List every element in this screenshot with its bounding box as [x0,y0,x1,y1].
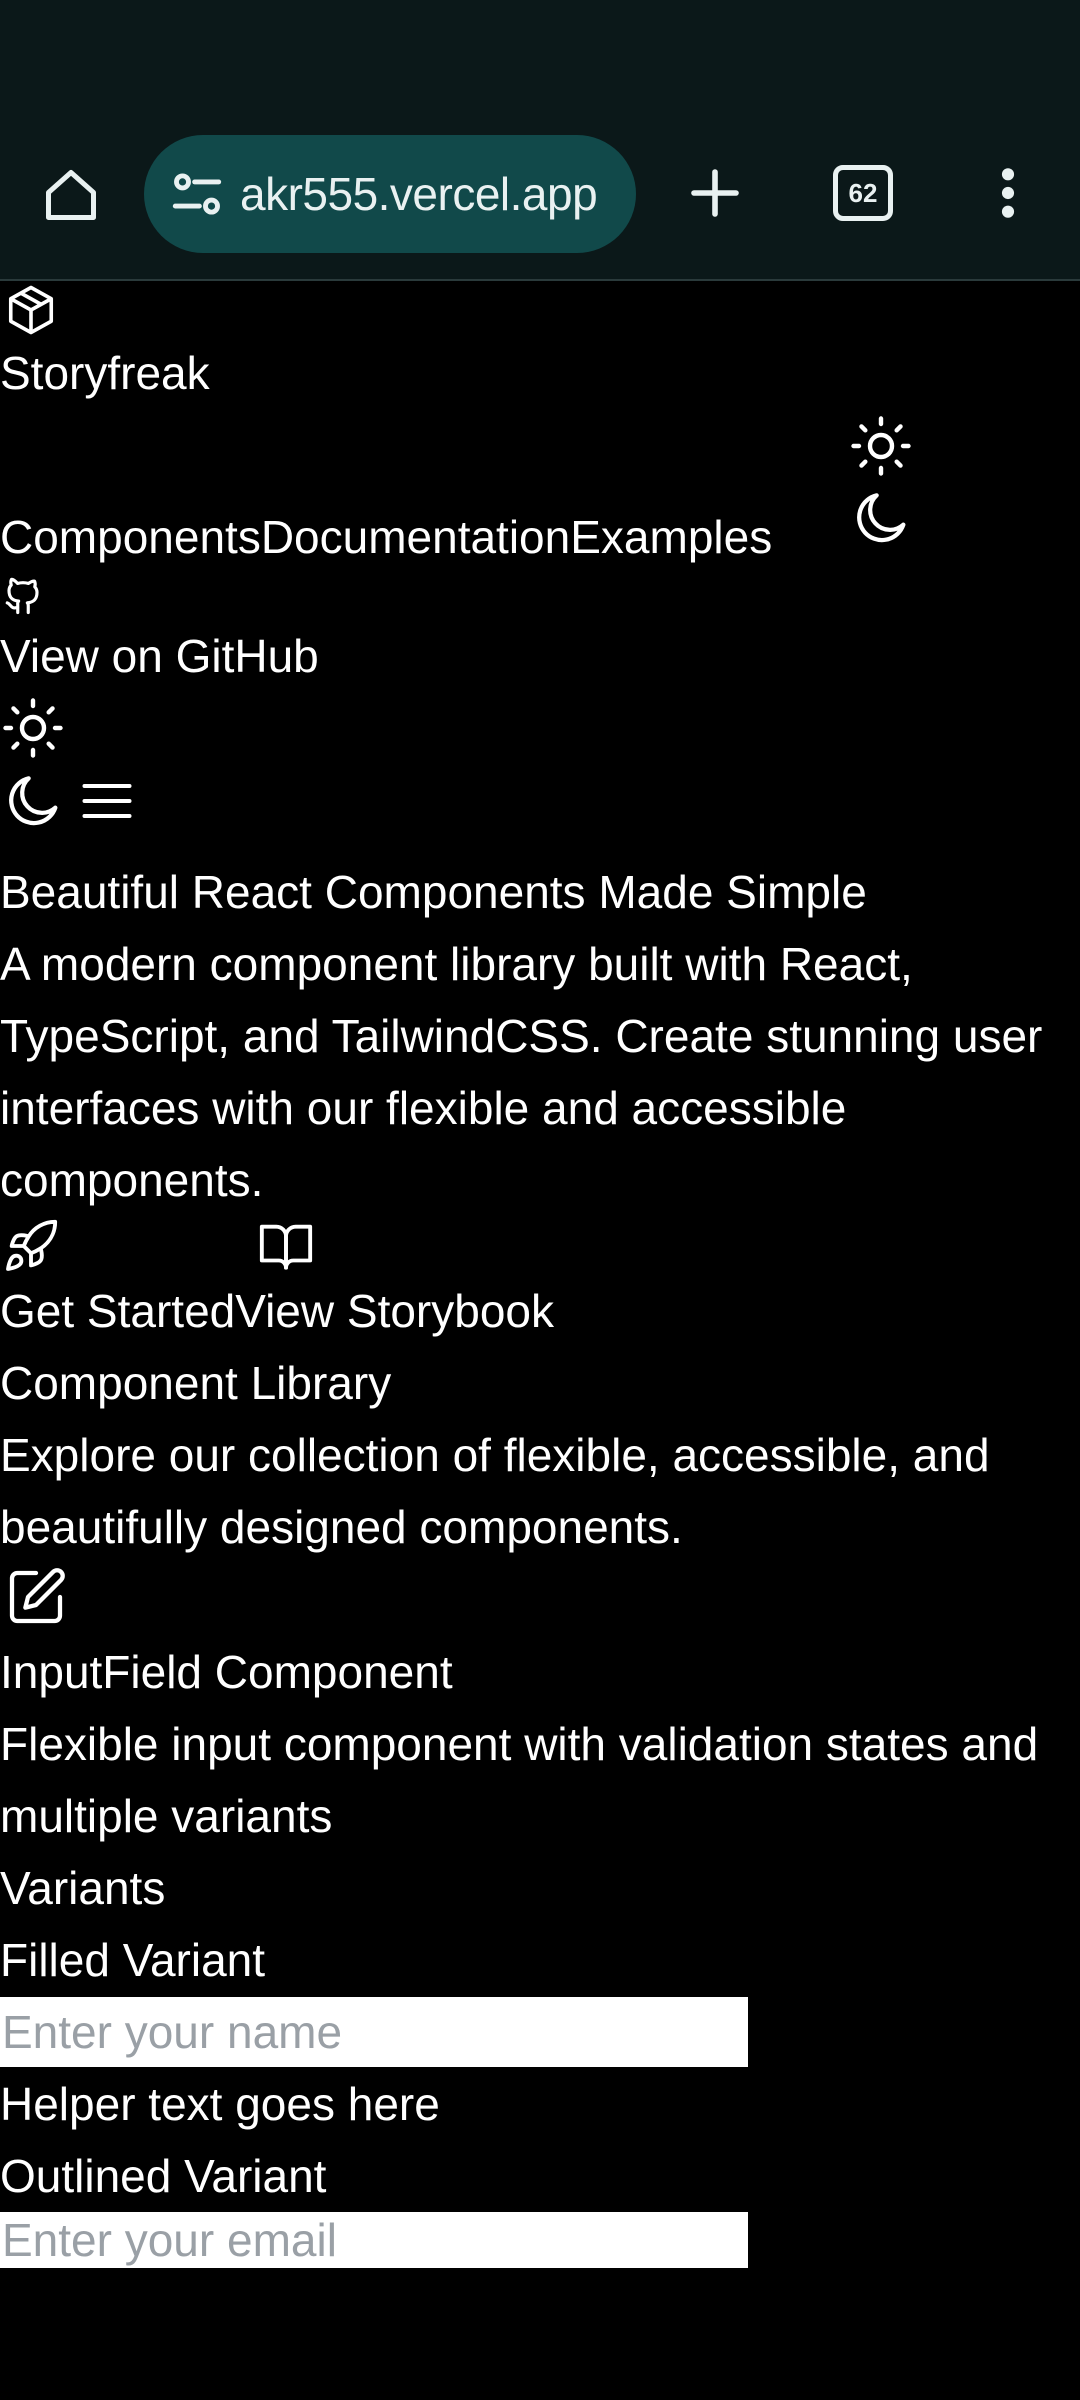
rocket-icon [6,1219,58,1271]
new-tab-button[interactable] [680,158,750,228]
nav-components[interactable]: Components [0,501,261,573]
library-title: Component Library [0,1357,392,1409]
github-link[interactable]: View on GitHub [0,620,319,692]
moon-icon[interactable] [2,769,66,833]
tab-count: 62 [833,165,893,221]
site-settings-icon[interactable] [168,165,226,223]
sun-icon[interactable] [0,695,66,761]
sun-icon[interactable] [848,413,914,479]
get-started-button[interactable]: Get Started [0,1285,235,1337]
home-button[interactable] [34,158,108,232]
url-text[interactable]: akr555.vercel.app [240,135,598,253]
main-nav: ComponentsDocumentationExamples [0,501,772,573]
library-description: Explore our collection of flexible, acce… [0,1429,990,1553]
tab-switcher-button[interactable]: 62 [828,158,898,228]
nav-examples[interactable]: Examples [570,501,772,573]
nav-documentation[interactable]: Documentation [261,501,570,573]
hero-title: Beautiful React Components Made Simple [0,866,867,918]
inputfield-title: InputField Component [0,1646,453,1698]
hero-description: A modern component library built with Re… [0,938,1043,1206]
helper-text: Helper text goes here [0,2078,440,2130]
brand-name[interactable]: Storyfreak [0,337,210,409]
github-icon [5,577,39,615]
more-vertical-icon [1001,168,1015,218]
address-bar[interactable]: akr555.vercel.app [144,135,636,253]
edit-icon [9,1568,65,1624]
hero-buttons: Get StartedView Storybook [0,1275,554,1347]
browser-toolbar: akr555.vercel.app 62 [0,0,1080,281]
view-storybook-button[interactable]: View Storybook [235,1285,554,1337]
inputfield-description: Flexible input component with validation… [0,1718,1039,1842]
name-input[interactable] [0,1997,748,2067]
filled-variant-label: Filled Variant [0,1934,266,1986]
menu-icon[interactable] [76,771,138,831]
package-icon [8,285,54,335]
variants-heading: Variants [0,1862,166,1914]
home-icon [46,170,96,220]
email-input[interactable] [0,2212,748,2268]
book-open-icon [259,1224,313,1270]
browser-menu-button[interactable] [980,158,1036,228]
plus-icon [691,169,739,217]
moon-icon[interactable] [850,486,914,550]
outlined-variant-label: Outlined Variant [0,2150,327,2202]
